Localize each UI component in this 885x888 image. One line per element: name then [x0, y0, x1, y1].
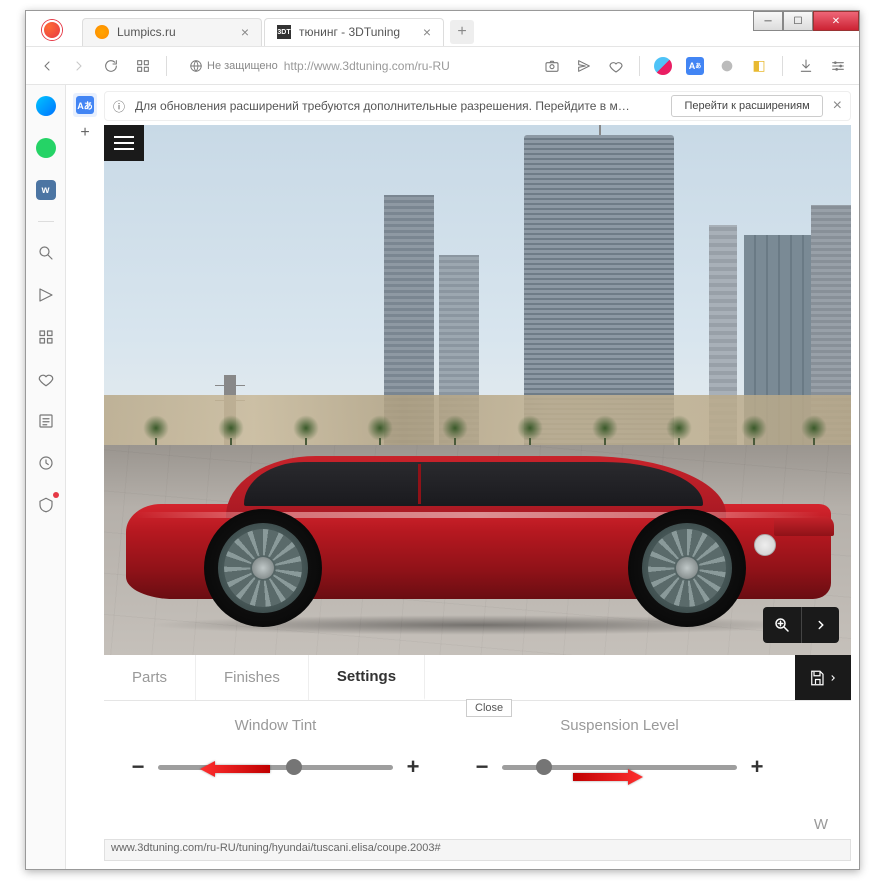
favicon-lumpics-icon [95, 25, 109, 39]
whatsapp-icon[interactable] [35, 137, 57, 159]
translate-extension-icon[interactable]: Aあ [686, 57, 704, 75]
separator [38, 221, 54, 222]
next-setting-partial: W [791, 717, 851, 839]
suspension-slider[interactable] [502, 765, 737, 770]
rear-wheel[interactable] [628, 509, 746, 627]
sidebar: w [26, 85, 66, 869]
speed-dial-button[interactable] [134, 57, 152, 75]
window-tint-setting: Window Tint − + [104, 717, 447, 839]
save-button[interactable] [795, 655, 851, 700]
tab-title: тюнинг - 3DTuning [299, 25, 400, 39]
address-bar: Не защищено http://www.3dtuning.com/ru-R… [26, 47, 859, 85]
personal-news-icon[interactable] [35, 284, 57, 306]
new-tab-button[interactable]: + [450, 20, 474, 44]
workspace-translate-button[interactable]: Aあ [73, 93, 97, 117]
window-close-button[interactable]: ✕ [813, 11, 859, 31]
tab-settings[interactable]: Settings [309, 655, 425, 700]
zoom-controls [763, 607, 839, 643]
adblock-icon[interactable] [654, 57, 672, 75]
tint-slider[interactable] [158, 765, 393, 770]
settings-panel: Window Tint − + Suspension Level − [104, 701, 851, 839]
url-text: http://www.3dtuning.com/ru-RU [284, 59, 450, 73]
suspension-label: Suspension Level [472, 717, 767, 734]
notification-close-icon[interactable]: × [833, 97, 842, 115]
tab-close-icon[interactable]: × [423, 24, 431, 40]
car-viewport[interactable]: 3DT [104, 125, 851, 655]
messenger-icon[interactable] [35, 95, 57, 117]
tint-decrease-button[interactable]: − [128, 754, 148, 780]
search-icon[interactable] [35, 242, 57, 264]
separator [639, 56, 640, 76]
status-url: www.3dtuning.com/ru-RU/tuning/hyundai/tu… [111, 842, 441, 854]
bookmarks-icon[interactable] [35, 368, 57, 390]
next-view-button[interactable] [801, 607, 839, 643]
speed-dial-icon[interactable] [35, 326, 57, 348]
opera-logo-icon[interactable] [42, 20, 62, 40]
maximize-button[interactable]: ☐ [783, 11, 813, 31]
tab-bar: Lumpics.ru × 3DT тюнинг - 3DTuning × + [26, 11, 859, 47]
extension-icon[interactable] [718, 57, 736, 75]
tint-increase-button[interactable]: + [403, 754, 423, 780]
security-label: Не защищено [207, 60, 278, 72]
tab-finishes[interactable]: Finishes [196, 655, 309, 700]
send-button[interactable] [575, 57, 593, 75]
news-icon[interactable] [35, 410, 57, 432]
easy-setup-button[interactable] [829, 57, 847, 75]
window-tint-label: Window Tint [128, 717, 423, 734]
zoom-in-button[interactable] [763, 607, 801, 643]
tab-parts[interactable]: Parts [104, 655, 196, 700]
car-model[interactable]: 3DT [126, 407, 831, 627]
extension-notification-bar: ⓘ Для обновления расширений требуются до… [104, 91, 851, 121]
tab-3dtuning[interactable]: 3DT тюнинг - 3DTuning × [264, 18, 444, 46]
reload-button[interactable] [102, 57, 120, 75]
url-field[interactable]: Не защищено http://www.3dtuning.com/ru-R… [181, 59, 529, 73]
snapshot-button[interactable] [543, 57, 561, 75]
status-bar: www.3dtuning.com/ru-RU/tuning/hyundai/tu… [104, 839, 851, 861]
workspace-add-button[interactable]: + [73, 121, 97, 145]
bookmark-button[interactable] [607, 57, 625, 75]
tint-slider-thumb[interactable] [286, 759, 302, 775]
close-tooltip: Close [466, 699, 512, 717]
security-indicator[interactable]: Не защищено [189, 59, 278, 73]
separator [782, 56, 783, 76]
favicon-3dt-icon: 3DT [277, 25, 291, 39]
suspension-decrease-button[interactable]: − [472, 754, 492, 780]
minimize-button[interactable]: ─ [753, 11, 783, 31]
wallet-icon[interactable]: ◧ [750, 57, 768, 75]
notification-text: Для обновления расширений требуются допо… [135, 99, 661, 113]
separator [166, 56, 167, 76]
tab-title: Lumpics.ru [117, 25, 176, 39]
tab-close-icon[interactable]: × [241, 24, 249, 40]
history-icon[interactable] [35, 452, 57, 474]
front-wheel[interactable] [204, 509, 322, 627]
content-tabs: Parts Finishes Settings [104, 655, 851, 701]
downloads-button[interactable] [797, 57, 815, 75]
nav-back-button[interactable] [38, 57, 56, 75]
info-icon: ⓘ [113, 98, 125, 115]
extensions-icon[interactable] [35, 494, 57, 516]
tab-lumpics[interactable]: Lumpics.ru × [82, 18, 262, 46]
suspension-slider-thumb[interactable] [536, 759, 552, 775]
suspension-setting: Suspension Level − + [447, 717, 791, 839]
nav-forward-button[interactable] [70, 57, 88, 75]
vk-icon[interactable]: w [35, 179, 57, 201]
menu-button[interactable] [104, 125, 144, 161]
suspension-increase-button[interactable]: + [747, 754, 767, 780]
workspace-tabs: Aあ + [66, 85, 104, 145]
go-to-extensions-button[interactable]: Перейти к расширениям [671, 95, 822, 117]
